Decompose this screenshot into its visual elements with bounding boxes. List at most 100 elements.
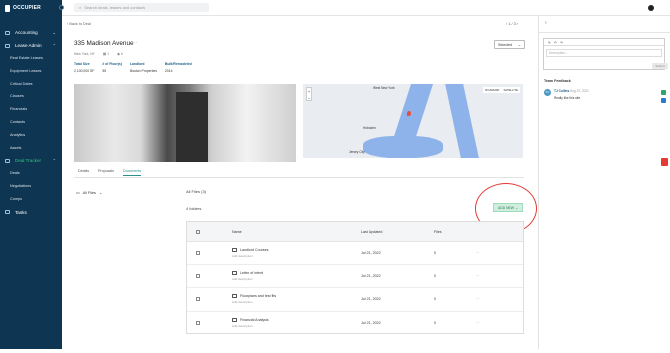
- row-checkbox[interactable]: [196, 321, 200, 326]
- row-checkbox[interactable]: [196, 251, 200, 256]
- record-pager[interactable]: ‹ 1 / 3 ›: [506, 22, 518, 26]
- last-updated: Jul 21, 2022: [361, 274, 381, 279]
- file-count: 0: [434, 297, 436, 302]
- property-photo: [74, 84, 296, 162]
- chevron-right-icon[interactable]: ›: [545, 20, 547, 26]
- detail-tabs: Details Proposals Documents: [78, 169, 142, 176]
- sidebar-item-accounting[interactable]: Accounting ⌄: [0, 26, 62, 39]
- sidebar-item-equipment-leases[interactable]: Equipment Leases: [0, 65, 62, 78]
- address-row: New York, NY ▦ 1 ◉ 6: [74, 52, 123, 56]
- sidebar-item-tasks[interactable]: Tasks: [0, 206, 62, 219]
- sidebar-item-analytics[interactable]: Analytics: [0, 129, 62, 142]
- tab-proposals[interactable]: Proposals: [98, 169, 114, 176]
- chevron-down-icon: ⌄: [98, 191, 103, 195]
- column-last-updated[interactable]: Last Updated: [361, 230, 434, 234]
- unit-count: ◉ 6: [116, 52, 123, 56]
- logo-icon: [5, 4, 10, 12]
- file-filter-dropdown[interactable]: ▭ All Files ⌄: [76, 190, 103, 196]
- last-updated: Jul 21, 2022: [361, 321, 381, 326]
- attach-icon[interactable]: ✎: [548, 41, 551, 45]
- feedback-date: Aug 23, 2021: [569, 89, 589, 93]
- location-pin-icon[interactable]: [407, 111, 411, 116]
- column-files[interactable]: Files: [434, 230, 476, 234]
- extension-icon[interactable]: [661, 158, 668, 166]
- meta-floors: # of Floor(s) 55: [102, 62, 122, 73]
- row-checkbox[interactable]: [196, 297, 200, 302]
- chevron-down-icon: ⌄: [517, 42, 521, 47]
- table-row[interactable]: Letter of intent Add description Jul 21,…: [187, 265, 523, 289]
- sidebar-item-real-estate-leases[interactable]: Real Estate Leases: [0, 52, 62, 65]
- row-actions-button[interactable]: ···: [476, 297, 480, 301]
- chevron-down-icon: ⌄: [52, 30, 56, 35]
- sidebar-item-critical-dates[interactable]: Critical Dates: [0, 78, 62, 91]
- accounting-icon: [5, 30, 10, 35]
- table-row[interactable]: Landlord Courses Add description Jul 21,…: [187, 242, 523, 266]
- sidebar-item-deal-tracker[interactable]: Deal Tracker ⌃: [0, 154, 62, 167]
- folders-table: Name Last Updated Files Landlord Courses…: [186, 221, 524, 334]
- sidebar: OCCUPIER Accounting ⌄ Lease Admin ⌃ Real…: [0, 0, 62, 349]
- map-zoom-control[interactable]: + −: [306, 87, 312, 101]
- extension-icon[interactable]: [661, 90, 666, 95]
- submit-button[interactable]: Submit: [652, 63, 668, 69]
- file-count: 0: [434, 274, 436, 279]
- add-description-link[interactable]: Add description: [232, 324, 361, 328]
- file-count: 0: [434, 321, 436, 326]
- table-row[interactable]: Financial Analysis Add description Jul 2…: [187, 312, 523, 335]
- folders-count: 4 folders: [186, 206, 202, 211]
- extension-icon[interactable]: [661, 98, 666, 103]
- tab-details[interactable]: Details: [78, 169, 89, 176]
- folder-name[interactable]: Landlord Courses: [240, 248, 268, 252]
- folder-icon: [232, 248, 237, 253]
- row-actions-button[interactable]: ···: [476, 251, 480, 255]
- map-type-roadmap[interactable]: ROADMAP: [483, 87, 501, 93]
- sidebar-item-clauses[interactable]: Clauses: [0, 90, 62, 103]
- chevron-up-icon: ⌃: [52, 43, 56, 48]
- search-input[interactable]: ⌕ Search deals, leases and contacts: [74, 3, 209, 12]
- sidebar-item-lease-admin[interactable]: Lease Admin ⌃: [0, 39, 62, 52]
- feedback-item: TC TJ Collins Aug 23, 2021 Really like t…: [544, 89, 589, 100]
- feedback-author: TJ Collins: [554, 89, 570, 93]
- add-description-link[interactable]: Add description: [232, 254, 361, 258]
- map-type-satellite[interactable]: SATELLITE: [501, 87, 520, 93]
- zoom-out-button[interactable]: −: [307, 95, 311, 102]
- map-label: Hoboken: [363, 126, 376, 130]
- description-input[interactable]: Description...: [546, 49, 662, 57]
- folder-name[interactable]: Floorplans and test fits: [240, 294, 276, 298]
- table-row[interactable]: Floorplans and test fits Add description…: [187, 288, 523, 312]
- status-select[interactable]: Selected ⌄: [494, 40, 525, 49]
- undo-icon[interactable]: ↶: [554, 41, 557, 45]
- sidebar-item-assets[interactable]: Assets: [0, 142, 62, 155]
- sidebar-item-deals[interactable]: Deals: [0, 167, 62, 180]
- folder-name[interactable]: Letter of intent: [240, 271, 263, 275]
- sidebar-item-financials[interactable]: Financials: [0, 103, 62, 116]
- row-actions-button[interactable]: ···: [476, 321, 480, 325]
- search-icon: ⌕: [79, 5, 82, 10]
- row-actions-button[interactable]: ···: [476, 274, 480, 278]
- folder-name[interactable]: Financial Analysis: [240, 318, 269, 322]
- lease-admin-icon: [5, 43, 10, 48]
- add-description-link[interactable]: Add description: [232, 277, 361, 281]
- add-description-link[interactable]: Add description: [232, 300, 361, 304]
- property-map[interactable]: + − ROADMAP SATELLITE West New York Hobo…: [303, 84, 523, 158]
- sidebar-item-comps[interactable]: Comps: [0, 193, 62, 206]
- page-title: 335 Madison Avenue: [74, 40, 134, 47]
- user-avatar-icon[interactable]: [648, 5, 654, 11]
- column-name[interactable]: Name: [232, 230, 361, 234]
- avatar: TC: [544, 89, 551, 96]
- search-placeholder: Search deals, leases and contacts: [84, 5, 146, 10]
- meta-built: Built/Remodeled 2014: [164, 62, 192, 73]
- sidebar-item-contacts[interactable]: Contacts: [0, 116, 62, 129]
- row-checkbox[interactable]: [196, 274, 200, 279]
- redo-icon[interactable]: ↷: [560, 41, 563, 45]
- zoom-in-button[interactable]: +: [307, 88, 311, 95]
- select-all-checkbox[interactable]: [196, 229, 200, 234]
- sidebar-item-negotiations[interactable]: Negotiations: [0, 180, 62, 193]
- map-type-toggle[interactable]: ROADMAP SATELLITE: [483, 87, 520, 93]
- more-options-button[interactable]: ···: [132, 40, 137, 46]
- table-header: Name Last Updated Files: [187, 222, 523, 242]
- back-to-deal-link[interactable]: ‹ Back to Deal: [67, 22, 91, 26]
- feedback-panel: › ✎ ↶ ↷ Description... Submit Team Feedb…: [538, 16, 670, 349]
- tab-documents[interactable]: Documents: [122, 169, 142, 176]
- last-updated: Jul 21, 2022: [361, 251, 381, 256]
- app-logo[interactable]: OCCUPIER: [0, 0, 62, 16]
